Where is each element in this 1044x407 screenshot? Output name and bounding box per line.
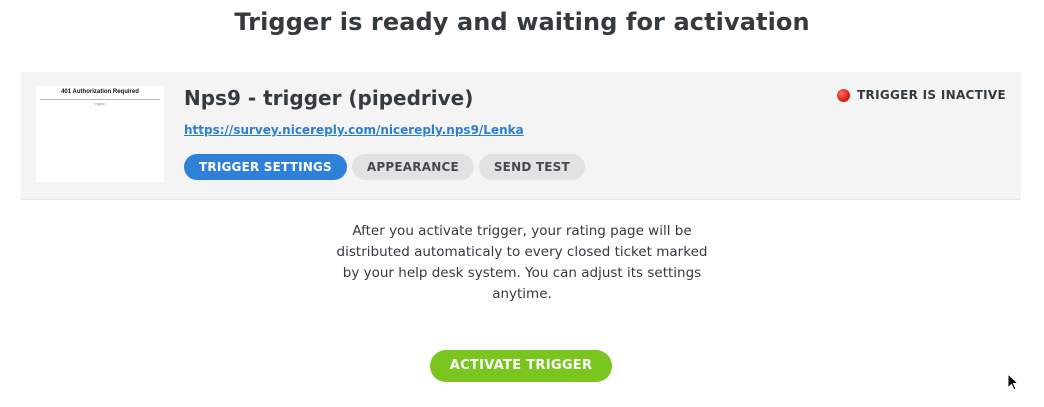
trigger-status: TRIGGER IS INACTIVE <box>837 88 1006 102</box>
trigger-card: 401 Authorization Required nginx Nps9 - … <box>21 72 1021 200</box>
activation-description: After you activate trigger, your rating … <box>336 223 708 302</box>
tab-appearance[interactable]: APPEARANCE <box>351 154 474 180</box>
red-status-dot-icon <box>837 88 851 102</box>
survey-link[interactable]: https://survey.nicereply.com/nicereply.n… <box>184 123 524 137</box>
page-preview-thumbnail[interactable]: 401 Authorization Required nginx <box>36 86 164 182</box>
page-heading: Trigger is ready and waiting for activat… <box>234 8 810 36</box>
thumbnail-title: 401 Authorization Required <box>61 89 139 95</box>
page: Trigger is ready and waiting for activat… <box>0 0 1044 407</box>
trigger-tabs: TRIGGER SETTINGS APPEARANCE SEND TEST <box>184 154 585 180</box>
tab-trigger-settings[interactable]: TRIGGER SETTINGS <box>184 154 347 180</box>
mouse-cursor-icon <box>1007 373 1019 391</box>
activate-trigger-button[interactable]: ACTIVATE TRIGGER <box>430 350 612 382</box>
tab-send-test[interactable]: SEND TEST <box>478 154 585 180</box>
status-label: TRIGGER IS INACTIVE <box>857 88 1006 102</box>
thumbnail-subtitle: nginx <box>95 101 105 106</box>
trigger-title: Nps9 - trigger (pipedrive) <box>184 86 474 110</box>
thumbnail-divider <box>40 99 160 100</box>
